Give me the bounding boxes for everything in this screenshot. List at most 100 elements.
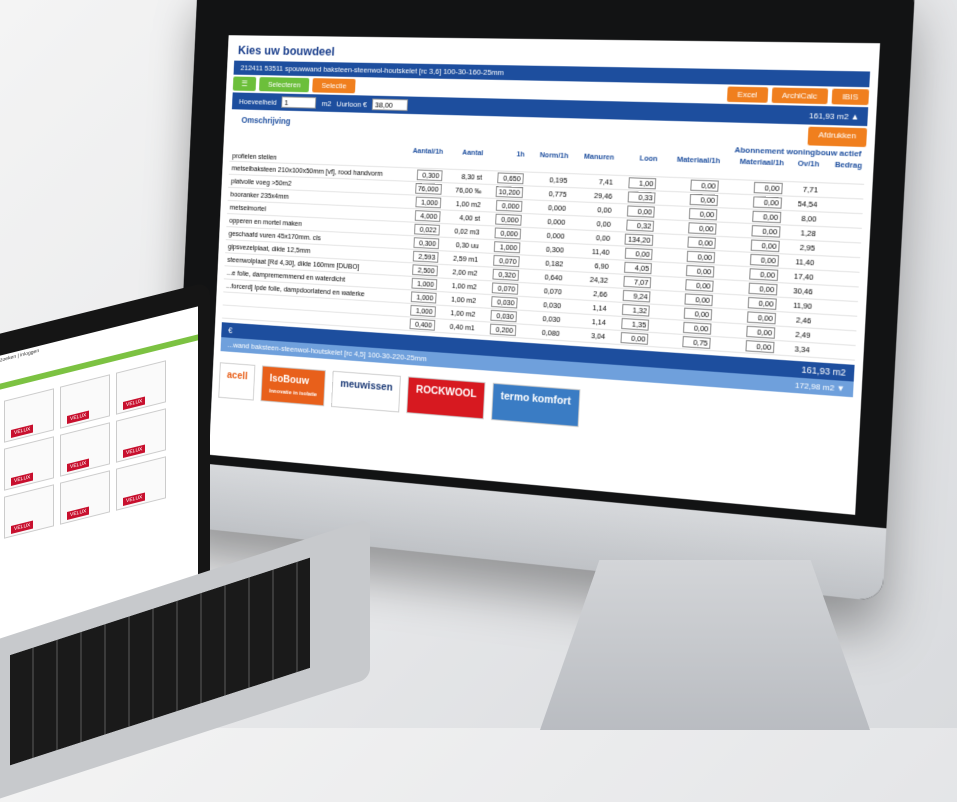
cell-value[interactable]: 4,05 (624, 262, 652, 275)
product-tile[interactable]: VELUX (116, 408, 166, 462)
cell-value[interactable]: 0,00 (625, 248, 653, 260)
cell-value: 0,775 (549, 189, 567, 199)
cell-value[interactable]: 0,00 (753, 196, 782, 208)
logo-isobouw[interactable]: IsoBouw Innovatie in isolatie (261, 365, 326, 406)
cell-value[interactable]: 0,00 (685, 293, 714, 306)
cell-value[interactable]: 0,00 (747, 311, 776, 324)
cell-value[interactable]: 0,400 (409, 318, 435, 330)
product-tile[interactable]: VELUX (60, 374, 110, 428)
row-cell: 0,00 (608, 330, 652, 347)
cell-value: 4,00 st (459, 213, 480, 223)
logo-rockwool[interactable]: ROCKWOOL (407, 376, 486, 419)
cell-value[interactable]: 0,33 (628, 191, 656, 203)
cell-value[interactable]: 0,022 (414, 224, 440, 236)
uurloon-input[interactable] (372, 99, 408, 111)
ibis-button[interactable]: IBIS (831, 89, 869, 105)
total-value: 161,93 m2 (801, 364, 846, 377)
cell-value[interactable]: 1,000 (411, 278, 437, 290)
cell-value[interactable]: 0,000 (495, 214, 522, 226)
cell-value[interactable]: 10,200 (496, 186, 524, 198)
cell-value[interactable]: 0,00 (621, 332, 649, 345)
cell-value[interactable]: 9,24 (623, 290, 651, 303)
product-tile[interactable]: VELUX (4, 484, 54, 538)
cell-value[interactable]: 0,650 (497, 172, 524, 184)
row-cell: 0,40 m1 (437, 319, 478, 335)
selectie-button[interactable]: Selectie (313, 78, 356, 93)
cell-value[interactable]: 0,00 (746, 340, 775, 353)
cell-value[interactable]: 0,00 (749, 283, 778, 296)
product-tile[interactable]: VELUX (116, 360, 166, 414)
cell-value[interactable]: 0,320 (492, 269, 519, 281)
cell-value[interactable]: 7,07 (624, 276, 652, 289)
cell-value[interactable]: 1,000 (415, 197, 441, 209)
cell-value[interactable]: 0,00 (686, 265, 715, 278)
cell-value[interactable]: 0,030 (490, 310, 517, 322)
cell-value: 1,14 (592, 317, 607, 327)
cell-value[interactable]: 0,00 (688, 222, 717, 234)
cell-value[interactable]: 0,00 (691, 180, 720, 192)
cell-value: 1,00 m2 (452, 281, 477, 291)
cell-value[interactable]: 0,00 (751, 239, 780, 252)
cell-value[interactable]: 1,000 (410, 291, 436, 303)
cell-value: 24,32 (590, 275, 609, 285)
cell-value[interactable]: 0,300 (413, 237, 439, 249)
cell-value[interactable]: 0,75 (683, 336, 711, 349)
cell-value[interactable]: 0,00 (627, 205, 655, 217)
cell-value[interactable]: 0,00 (750, 254, 779, 267)
cell-value[interactable]: 1,35 (622, 318, 650, 331)
cell-value[interactable]: 0,000 (494, 227, 521, 239)
logo-termo-komfort[interactable]: termo komfort (491, 383, 580, 427)
cell-value[interactable]: 0,00 (690, 194, 719, 206)
product-tile[interactable]: VELUX (4, 388, 54, 442)
cell-value[interactable]: 1,000 (410, 305, 436, 317)
product-tile[interactable]: VELUX (4, 436, 54, 490)
cell-value[interactable]: 0,00 (754, 182, 783, 194)
price-total[interactable]: 161,93 m2 ▲ (809, 111, 860, 122)
logo-meuwissen[interactable]: meuwissen (331, 371, 401, 413)
cell-value[interactable]: 76,000 (415, 183, 442, 195)
cell-value[interactable]: 134,20 (625, 234, 654, 246)
cell-value[interactable]: 0,070 (493, 255, 520, 267)
product-tile[interactable]: VELUX (60, 422, 110, 476)
cell-value: 2,49 (795, 330, 811, 340)
product-tile[interactable]: VELUX (116, 456, 166, 510)
cell-value[interactable]: 2,593 (412, 251, 438, 263)
cell-value[interactable]: 1,000 (494, 241, 521, 253)
excel-button[interactable]: Excel (727, 87, 768, 103)
cell-value: 0,300 (546, 245, 564, 255)
cell-value[interactable]: 0,00 (752, 225, 781, 238)
cell-value[interactable]: 0,070 (492, 282, 519, 294)
cell-value[interactable]: 0,00 (748, 297, 777, 310)
row-cell (812, 343, 855, 360)
qty-input[interactable] (282, 96, 317, 108)
menu-icon[interactable]: ☰ (233, 76, 257, 91)
cell-value[interactable]: 4,000 (414, 210, 440, 222)
cell-value[interactable]: 0,030 (491, 296, 518, 308)
selecteren-button[interactable]: Selecteren (259, 77, 310, 92)
cell-value[interactable]: 2,500 (412, 264, 438, 276)
qty-label: Hoeveelheid (239, 97, 277, 106)
cell-value[interactable]: 0,00 (683, 322, 711, 335)
afdrukken-button[interactable]: Afdrukken (807, 127, 867, 147)
cell-value[interactable]: 0,00 (684, 308, 712, 321)
archicalc-button[interactable]: ArchiCalc (771, 87, 828, 104)
cell-value[interactable]: 0,00 (749, 268, 778, 281)
cell-value[interactable]: 1,32 (622, 304, 650, 317)
cell-value[interactable]: 0,200 (490, 324, 517, 337)
cell-value[interactable]: 0,00 (687, 251, 716, 264)
product-tile[interactable]: VELUX (60, 470, 110, 524)
cell-value[interactable]: 0,00 (752, 211, 781, 224)
cell-value: 8,00 (801, 214, 817, 224)
cell-value[interactable]: 0,300 (416, 169, 442, 181)
row-cell: 0,00 (713, 336, 778, 355)
cell-value[interactable]: 0,00 (746, 326, 775, 339)
cell-value: 6,90 (594, 261, 609, 271)
cell-value[interactable]: 0,00 (685, 279, 714, 292)
cell-value[interactable]: 0,32 (627, 220, 655, 232)
cell-value[interactable]: 0,00 (688, 236, 717, 249)
cell-value[interactable]: 0,000 (496, 200, 523, 212)
cell-value[interactable]: 0,00 (689, 208, 718, 220)
cost-table: Aantal/1h Aantal 1h Norm/1h Manuren Loon Mater… (222, 138, 865, 360)
cell-value[interactable]: 1,00 (629, 177, 657, 189)
row-cell: 54,54 (785, 196, 821, 212)
